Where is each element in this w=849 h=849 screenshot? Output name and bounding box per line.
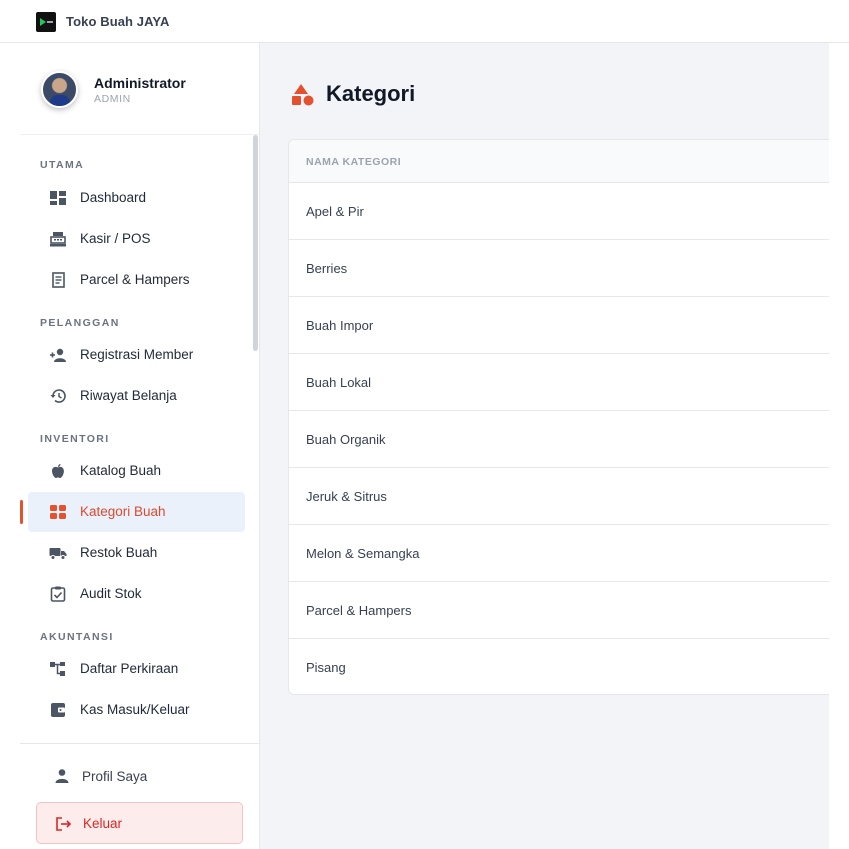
main-content: Kategori NAMA KATEGORI Apel & Pir Berrie… (260, 43, 829, 849)
sidebar-item-parcel[interactable]: Parcel & Hampers (28, 260, 245, 300)
category-name: Buah Organik (306, 432, 386, 447)
sidebar-item-audit-stok[interactable]: Audit Stok (28, 574, 245, 614)
table-row[interactable]: Buah Organik (289, 411, 829, 468)
shapes-icon (292, 84, 314, 106)
grid-icon (50, 505, 66, 519)
table-row[interactable]: Pisang (289, 639, 829, 694)
user-icon (55, 769, 69, 783)
table-row[interactable]: Jeruk & Sitrus (289, 468, 829, 525)
sidebar-item-label: Katalog Buah (80, 463, 162, 478)
category-name: Pisang (306, 660, 346, 675)
truck-icon (49, 548, 67, 560)
sidebar-item-label: Restok Buah (80, 545, 158, 560)
avatar (41, 71, 78, 108)
sidebar-item-kategori-buah[interactable]: Kategori Buah (20, 492, 245, 532)
sidebar-item-kasir[interactable]: Kasir / POS (28, 219, 245, 259)
table-row[interactable]: Buah Impor (289, 297, 829, 354)
cash-register-icon (50, 232, 66, 247)
active-indicator (20, 500, 23, 524)
category-name: Melon & Semangka (306, 546, 420, 561)
category-name: Parcel & Hampers (306, 603, 412, 618)
table-row[interactable]: Berries (289, 240, 829, 297)
table-header: NAMA KATEGORI (289, 140, 829, 183)
apple-icon (51, 464, 64, 478)
sidebar-item-label: Daftar Perkiraan (80, 661, 179, 676)
tree-icon (50, 662, 65, 676)
top-bar: Toko Buah JAYA (0, 0, 849, 43)
sidebar-item-label: Riwayat Belanja (80, 388, 177, 403)
sidebar-footer: Profil Saya Keluar (20, 743, 259, 849)
user-profile: Administrator ADMIN (20, 43, 259, 135)
logout-button[interactable]: Keluar (36, 802, 243, 844)
wallet-icon (51, 703, 65, 717)
sidebar-item-daftar-perkiraan[interactable]: Daftar Perkiraan (28, 649, 245, 689)
app-logo-icon (36, 12, 56, 32)
table-row[interactable]: Melon & Semangka (289, 525, 829, 582)
app-title: Toko Buah JAYA (66, 14, 170, 29)
sidebar-item-katalog-buah[interactable]: Katalog Buah (28, 451, 245, 491)
profile-button[interactable]: Profil Saya (28, 756, 243, 796)
sidebar-scrollbar[interactable] (253, 135, 258, 351)
category-name: Berries (306, 261, 348, 276)
sidebar-item-label: Registrasi Member (80, 347, 194, 362)
sidebar-item-label: Audit Stok (80, 586, 142, 601)
table-row[interactable]: Buah Lokal (289, 354, 829, 411)
sidebar-item-label: Kas Masuk/Keluar (80, 702, 190, 717)
category-name: Buah Impor (306, 318, 374, 333)
category-name: Buah Lokal (306, 375, 372, 390)
sidebar-item-label: Parcel & Hampers (80, 272, 190, 287)
section-title-akuntansi: AKUNTANSI (40, 631, 114, 643)
logout-label: Keluar (83, 816, 123, 831)
history-icon (50, 389, 66, 403)
category-name: Apel & Pir (306, 204, 364, 219)
category-table: NAMA KATEGORI Apel & Pir Berries Buah Im… (288, 139, 829, 695)
user-role: ADMIN (94, 93, 131, 105)
dashboard-icon (50, 191, 66, 205)
section-title-pelanggan: PELANGGAN (40, 317, 120, 329)
page-title: Kategori (326, 81, 416, 106)
sidebar-item-riwayat-belanja[interactable]: Riwayat Belanja (28, 376, 245, 416)
table-row[interactable]: Parcel & Hampers (289, 582, 829, 639)
sidebar-item-label: Dashboard (80, 190, 147, 205)
sidebar-item-dashboard[interactable]: Dashboard (28, 178, 245, 218)
sidebar-item-label: Kasir / POS (80, 231, 151, 246)
section-title-inventori: INVENTORI (40, 433, 110, 445)
sidebar-item-kas-masuk-keluar[interactable]: Kas Masuk/Keluar (28, 690, 245, 730)
profile-label: Profil Saya (82, 769, 148, 784)
clipboard-check-icon (50, 586, 66, 602)
user-name: Administrator (94, 75, 186, 91)
logout-icon (56, 817, 72, 831)
column-header-nama-kategori: NAMA KATEGORI (306, 156, 402, 168)
sidebar-item-restok-buah[interactable]: Restok Buah (28, 533, 245, 573)
receipt-icon (52, 272, 65, 288)
sidebar: Administrator ADMIN UTAMA Dashboard Kasi… (20, 43, 260, 849)
sidebar-menu: UTAMA Dashboard Kasir / POS Parcel & Ham… (20, 135, 259, 743)
sidebar-item-label: Kategori Buah (80, 504, 166, 519)
section-title-utama: UTAMA (40, 159, 85, 171)
sidebar-item-registrasi-member[interactable]: Registrasi Member (28, 335, 245, 375)
category-name: Jeruk & Sitrus (306, 489, 387, 504)
page-gutter (829, 43, 849, 849)
user-plus-icon (50, 348, 66, 362)
table-row[interactable]: Apel & Pir (289, 183, 829, 240)
